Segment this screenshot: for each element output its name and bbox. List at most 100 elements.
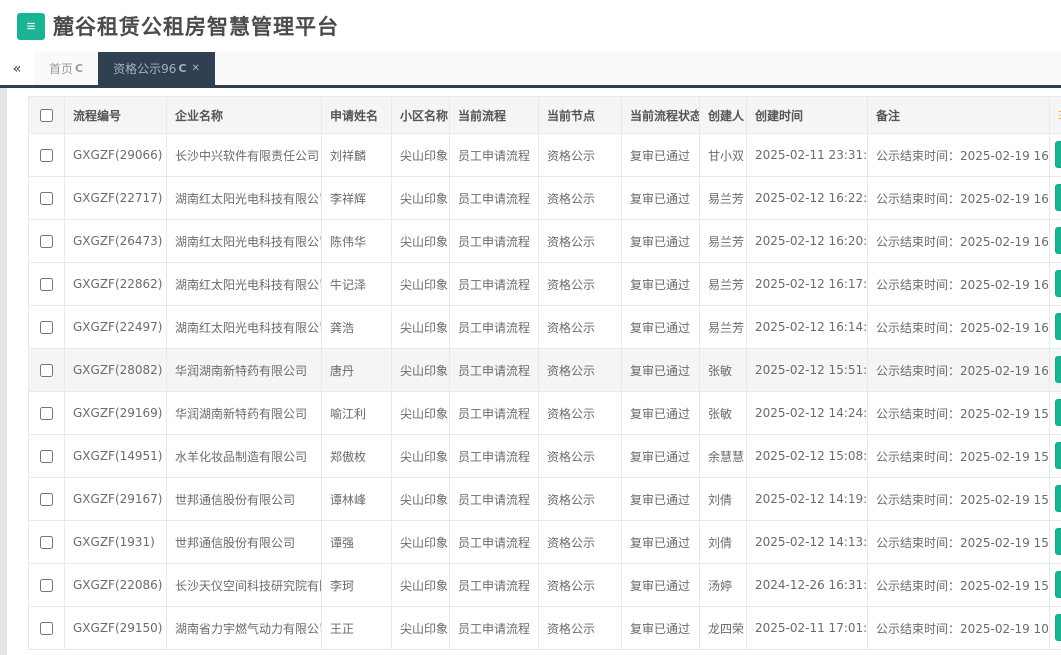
table-row: GXGZF(1931)世邦通信股份有限公司谭强尖山印象员工申请流程资格公示复审已… (29, 521, 1061, 564)
cell-8: 2025-02-11 17:01:53 (747, 607, 868, 650)
cell-3: 尖山印象 (392, 263, 450, 306)
cell-8: 2025-02-12 16:20:29 (747, 220, 868, 263)
cell-2: 王正 (322, 607, 392, 650)
cell-8: 2025-02-11 23:31:25 (747, 134, 868, 177)
cell-6: 复审已通过 (622, 177, 700, 220)
cell-7: 刘倩 (700, 521, 747, 564)
cell-4: 员工申请流程 (450, 306, 539, 349)
row-checkbox[interactable] (40, 622, 53, 635)
cell-9: 公示结束时间：2025-02-19 15:47:13 (868, 392, 1050, 435)
refresh-icon[interactable]: C (75, 62, 83, 75)
cell-3: 尖山印象 (392, 478, 450, 521)
row-checkbox[interactable] (40, 321, 53, 334)
cell-6: 复审已通过 (622, 134, 700, 177)
row-checkbox[interactable] (40, 493, 53, 506)
row-action-button[interactable] (1055, 399, 1061, 426)
row-checkbox[interactable] (40, 536, 53, 549)
cell-9: 公示结束时间：2025-02-19 10:35:26 (868, 607, 1050, 650)
row-action-button[interactable] (1055, 270, 1061, 297)
cell-2: 唐丹 (322, 349, 392, 392)
cell-8: 2024-12-26 16:31:38 (747, 564, 868, 607)
cell-8: 2025-02-12 16:22:07 (747, 177, 868, 220)
cell-9: 公示结束时间：2025-02-19 15:30:22 (868, 521, 1050, 564)
cell-7: 余慧慧 (700, 435, 747, 478)
row-action-button[interactable] (1055, 356, 1061, 383)
row-checkbox[interactable] (40, 278, 53, 291)
row-actions-cell (1050, 435, 1061, 478)
row-checkbox[interactable] (40, 579, 53, 592)
cell-0: GXGZF(29066) (65, 134, 167, 177)
cell-4: 员工申请流程 (450, 349, 539, 392)
table-row: GXGZF(22717)湖南红太阳光电科技有限公司李祥辉尖山印象员工申请流程资格… (29, 177, 1061, 220)
row-actions-cell (1050, 177, 1061, 220)
cell-7: 易兰芳 (700, 177, 747, 220)
row-action-button[interactable] (1055, 313, 1061, 340)
menu-toggle-button[interactable]: ≡ (17, 13, 45, 40)
cell-2: 龚浩 (322, 306, 392, 349)
row-checkbox-cell (29, 220, 65, 263)
cell-6: 复审已通过 (622, 478, 700, 521)
row-checkbox-cell (29, 349, 65, 392)
row-actions-cell (1050, 521, 1061, 564)
select-all-checkbox[interactable] (40, 109, 53, 122)
row-action-button[interactable] (1055, 227, 1061, 254)
row-action-button[interactable] (1055, 571, 1061, 598)
row-checkbox[interactable] (40, 450, 53, 463)
row-action-button[interactable] (1055, 141, 1061, 168)
cell-1: 湖南红太阳光电科技有限公司 (167, 220, 322, 263)
cell-1: 湖南红太阳光电科技有限公司 (167, 263, 322, 306)
row-action-button[interactable] (1055, 485, 1061, 512)
cell-0: GXGZF(22862) (65, 263, 167, 306)
row-checkbox[interactable] (40, 364, 53, 377)
cell-1: 长沙中兴软件有限责任公司 (167, 134, 322, 177)
row-action-button[interactable] (1055, 614, 1061, 641)
cell-3: 尖山印象 (392, 435, 450, 478)
row-actions-cell (1050, 478, 1061, 521)
column-header-4: 当前流程 (450, 97, 539, 134)
cell-2: 陈伟华 (322, 220, 392, 263)
close-icon[interactable]: ✕ (191, 63, 199, 74)
row-actions-cell (1050, 564, 1061, 607)
tabs-collapse-button[interactable]: « (0, 52, 34, 85)
row-action-button[interactable] (1055, 528, 1061, 555)
row-checkbox-cell (29, 263, 65, 306)
cell-8: 2025-02-12 16:17:12 (747, 263, 868, 306)
cell-3: 尖山印象 (392, 607, 450, 650)
column-header-0: 流程编号 (65, 97, 167, 134)
tab-qualification-publicity[interactable]: 资格公示96C✕ (98, 52, 215, 85)
cell-7: 龙四荣 (700, 607, 747, 650)
cell-2: 谭林峰 (322, 478, 392, 521)
row-checkbox[interactable] (40, 407, 53, 420)
cell-8: 2025-02-12 14:13:52 (747, 521, 868, 564)
main-content: 流程编号企业名称申请姓名小区名称当前流程当前节点当前流程状态创建人创建时间备注☰… (0, 88, 1061, 655)
cell-6: 复审已通过 (622, 263, 700, 306)
cell-5: 资格公示 (539, 607, 622, 650)
row-checkbox[interactable] (40, 149, 53, 162)
row-action-button[interactable] (1055, 184, 1061, 211)
table-row: GXGZF(29169)华润湖南新特药有限公司喻江利尖山印象员工申请流程资格公示… (29, 392, 1061, 435)
cell-2: 牛记泽 (322, 263, 392, 306)
row-actions-cell (1050, 349, 1061, 392)
double-left-arrow-icon: « (13, 61, 22, 77)
table-row: GXGZF(14951)水羊化妆品制造有限公司郑傲枚尖山印象员工申请流程资格公示… (29, 435, 1061, 478)
cell-0: GXGZF(22497) (65, 306, 167, 349)
cell-9: 公示结束时间：2025-02-19 15:30:38 (868, 478, 1050, 521)
cell-3: 尖山印象 (392, 134, 450, 177)
hamburger-icon: ≡ (27, 18, 36, 35)
column-header-5: 当前节点 (539, 97, 622, 134)
cell-1: 华润湖南新特药有限公司 (167, 392, 322, 435)
row-checkbox[interactable] (40, 192, 53, 205)
cell-0: GXGZF(29169) (65, 392, 167, 435)
cell-9: 公示结束时间：2025-02-19 16:24:12 (868, 263, 1050, 306)
refresh-icon[interactable]: C (178, 62, 186, 75)
row-checkbox[interactable] (40, 235, 53, 248)
cell-1: 湖南红太阳光电科技有限公司 (167, 177, 322, 220)
row-actions-cell (1050, 263, 1061, 306)
tab-home[interactable]: 首页C (34, 52, 98, 85)
cell-4: 员工申请流程 (450, 564, 539, 607)
data-table-container: 流程编号企业名称申请姓名小区名称当前流程当前节点当前流程状态创建人创建时间备注☰… (28, 96, 1061, 655)
row-action-button[interactable] (1055, 442, 1061, 469)
cell-6: 复审已通过 (622, 607, 700, 650)
table-row: GXGZF(26473)湖南红太阳光电科技有限公司陈伟华尖山印象员工申请流程资格… (29, 220, 1061, 263)
row-checkbox-cell (29, 392, 65, 435)
